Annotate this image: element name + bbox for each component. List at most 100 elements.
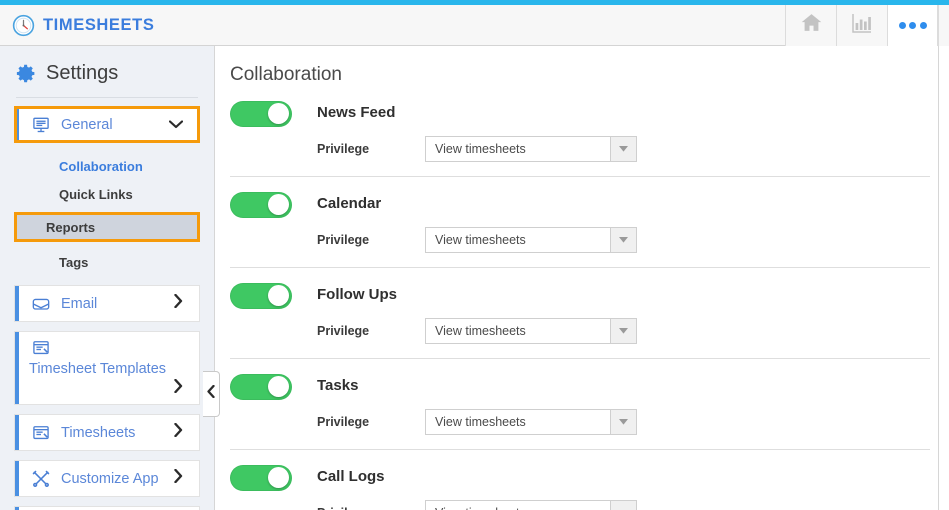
chevron-left-icon [207,384,215,403]
toggle-calendar[interactable] [230,192,292,218]
sidebar-item-security[interactable]: Security [14,506,200,510]
sidebar-item-reports-label: Reports [46,219,96,235]
settings-title: Settings [46,62,119,84]
sidebar-item-general-label: General [61,116,113,133]
accent-bar [15,286,19,321]
sidebar-item-collaboration[interactable]: Collaboration [14,152,200,180]
caret-down-icon[interactable] [610,137,636,161]
sidebar-item-customize-app[interactable]: Customize App [14,460,200,497]
caret-down-icon[interactable] [610,319,636,343]
toggle-news-feed[interactable] [230,101,292,127]
toggle-knob [268,194,289,215]
privilege-row: Privilege View timesheets [230,400,938,449]
sidebar-item-reports[interactable]: Reports [14,212,200,242]
feature-news-feed: News Feed Privilege View timesheets [216,86,938,176]
monitor-icon [15,115,51,135]
chevron-right-icon [174,422,183,442]
sidebar-item-timesheets[interactable]: Timesheets [14,414,200,451]
feature-header: Call Logs [230,450,938,491]
sidebar-item-timesheet-templates-label: Timesheet Templates [29,361,167,377]
sidebar-item-reports-wrapper: Reports [14,212,200,242]
sidebar-item-collaboration-label: Collaboration [59,158,143,174]
sidebar-header-divider [16,97,198,98]
sidebar-item-email[interactable]: Email [14,285,200,322]
privilege-label: Privilege [317,324,370,338]
privilege-row: Privilege View timesheets [230,127,938,176]
sidebar-collapse-handle[interactable] [203,371,220,417]
caret-down-icon[interactable] [610,501,636,510]
settings-header: Settings [0,46,214,97]
privilege-value: View timesheets [435,324,526,338]
feature-news-feed-label: News Feed [317,104,396,121]
sidebar-item-general[interactable]: General [14,106,200,143]
home-button[interactable] [785,4,836,46]
document-icon [15,338,51,360]
sidebar-item-tags[interactable]: Tags [14,248,200,276]
toggle-knob [268,467,289,488]
feature-call-logs-label: Call Logs [317,468,385,485]
more-options-button[interactable] [887,4,938,46]
toggle-knob [268,376,289,397]
privilege-select-call-logs[interactable]: View timesheets [425,500,637,510]
sidebar-item-tags-label: Tags [59,254,89,270]
accent-bar [15,415,19,450]
sidebar-item-quick-links-label: Quick Links [59,186,133,202]
privilege-label: Privilege [317,142,370,156]
privilege-row: Privilege View timesheets [230,491,938,510]
gear-icon [16,63,37,84]
feature-follow-ups: Follow Ups Privilege View timesheets [216,268,938,358]
clock-icon [12,14,35,37]
main-content: Collaboration News Feed Privilege View t… [216,46,938,510]
sidebar-item-timesheet-templates[interactable]: Timesheet Templates [14,331,200,405]
ellipsis-icon [898,21,927,29]
header-right-edge [938,4,949,46]
reports-chart-button[interactable] [836,4,887,46]
feature-follow-ups-label: Follow Ups [317,286,397,303]
privilege-value: View timesheets [435,233,526,247]
privilege-label: Privilege [317,415,370,429]
privilege-label: Privilege [317,506,425,510]
caret-down-icon[interactable] [610,410,636,434]
sidebar-item-customize-app-label: Customize App [61,470,159,487]
sidebar-item-general-wrapper: General [14,106,200,143]
privilege-value: View timesheets [426,501,610,510]
accent-bar [15,332,19,404]
envelope-icon [15,294,51,314]
toggle-tasks[interactable] [230,374,292,400]
privilege-value: View timesheets [435,142,526,156]
feature-calendar: Calendar Privilege View timesheets [216,177,938,267]
toggle-knob [268,285,289,306]
bar-chart-icon [850,11,874,40]
home-icon [799,11,824,39]
application-window: TIMESHEETS Settings General Collaboratio… [0,0,949,510]
privilege-label: Privilege [317,233,370,247]
privilege-select-follow-ups[interactable]: View timesheets [425,318,637,344]
toggle-knob [268,103,289,124]
chevron-right-icon [174,378,183,398]
tools-icon [15,469,51,489]
privilege-select-news-feed[interactable]: View timesheets [425,136,637,162]
feature-tasks: Tasks Privilege View timesheets [216,359,938,449]
caret-down-icon[interactable] [610,228,636,252]
chevron-down-icon[interactable] [168,116,184,134]
brand[interactable]: TIMESHEETS [0,14,154,37]
sidebar-nav: General Collaboration Quick Links Report… [0,106,214,510]
chevron-right-icon [174,293,183,313]
sidebar-item-timesheets-label: Timesheets [61,424,136,441]
sidebar-item-email-label: Email [61,295,98,312]
page-title: Collaboration [230,64,342,85]
settings-sidebar: Settings General Collaboration Quick Lin… [0,46,215,510]
privilege-value: View timesheets [435,415,526,429]
privilege-select-tasks[interactable]: View timesheets [425,409,637,435]
accent-bar [15,461,19,496]
brand-title: TIMESHEETS [43,15,155,34]
toggle-follow-ups[interactable] [230,283,292,309]
document-icon [15,423,51,443]
feature-header: News Feed [230,86,938,127]
privilege-row: Privilege View timesheets [230,218,938,267]
sidebar-item-quick-links[interactable]: Quick Links [14,180,200,208]
chevron-right-icon [174,468,183,488]
privilege-select-calendar[interactable]: View timesheets [425,227,637,253]
feature-call-logs: Call Logs Privilege View timesheets [216,450,938,510]
toggle-call-logs[interactable] [230,465,292,491]
